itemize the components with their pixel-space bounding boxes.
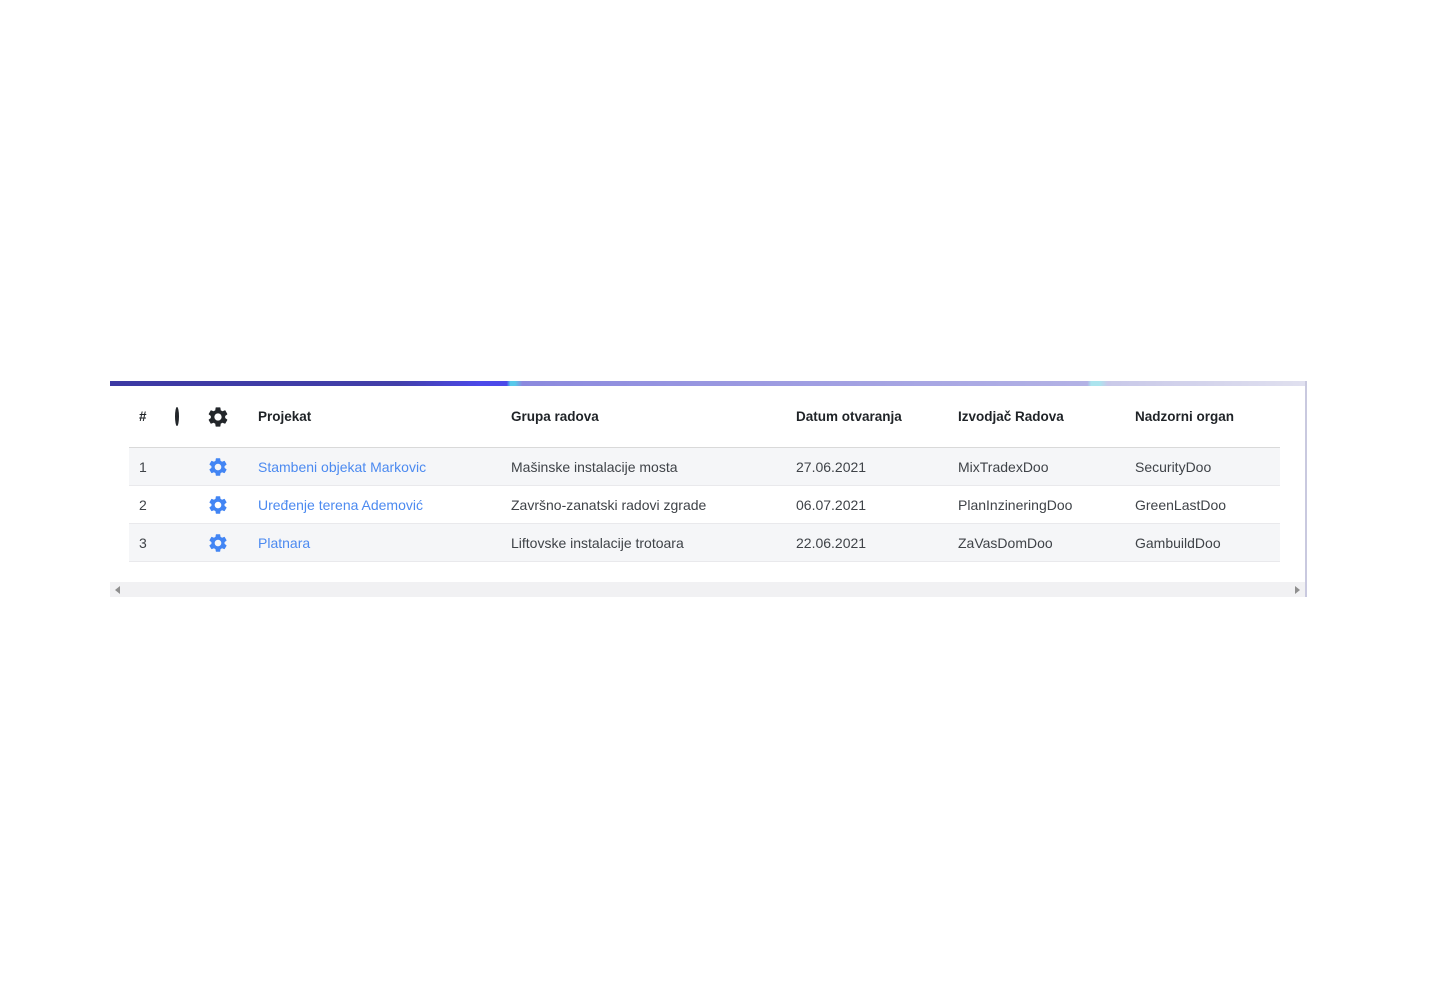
row-settings-cell[interactable] [195, 524, 241, 562]
column-header-nadzorni-organ[interactable]: Nadzorni organ [1118, 386, 1280, 448]
row-projekat-cell: Stambeni objekat Markovic [241, 448, 494, 486]
row-index: 3 [129, 524, 159, 562]
gear-icon [206, 405, 230, 429]
projects-panel: # Projekat Grupa radova Datum otvaranja [110, 381, 1307, 597]
row-izvodjac-radova-cell: ZaVasDomDoo [941, 524, 1118, 562]
column-header-settings[interactable] [195, 386, 241, 448]
row-nadzorni-organ-cell: GambuildDoo [1118, 524, 1280, 562]
row-settings-cell[interactable] [195, 448, 241, 486]
row-izvodjac-radova-cell: MixTradexDoo [941, 448, 1118, 486]
row-projekat-cell: Uređenje terena Ademović [241, 486, 494, 524]
gear-icon[interactable] [207, 532, 229, 554]
row-grupa-radova-cell: Liftovske instalacije trotoara [494, 524, 779, 562]
gear-icon[interactable] [207, 494, 229, 516]
row-index: 2 [129, 486, 159, 524]
horizontal-scrollbar[interactable] [110, 582, 1305, 597]
row-datum-otvaranja-cell: 22.06.2021 [779, 524, 941, 562]
projects-table: # Projekat Grupa radova Datum otvaranja [129, 386, 1280, 562]
row-izvodjac-radova-cell: PlanInzineringDoo [941, 486, 1118, 524]
row-settings-cell[interactable] [195, 486, 241, 524]
project-link[interactable]: Uređenje terena Ademović [258, 497, 423, 513]
scroll-left-arrow-icon[interactable] [115, 586, 120, 594]
row-grupa-radova-cell: Završno-zanatski radovi zgrade [494, 486, 779, 524]
circle-outline-icon [175, 407, 179, 426]
column-header-grupa-radova[interactable]: Grupa radova [494, 386, 779, 448]
scroll-right-arrow-icon[interactable] [1295, 586, 1300, 594]
column-header-datum-otvaranja[interactable]: Datum otvaranja [779, 386, 941, 448]
table-row: 3 Platnara Liftovske insta [129, 524, 1280, 562]
row-index: 1 [129, 448, 159, 486]
column-header-index: # [129, 386, 159, 448]
row-nadzorni-organ-cell: GreenLastDoo [1118, 486, 1280, 524]
column-header-izvodjac-radova[interactable]: Izvodjač Radova [941, 386, 1118, 448]
row-datum-otvaranja-cell: 06.07.2021 [779, 486, 941, 524]
project-link[interactable]: Stambeni objekat Markovic [258, 459, 426, 475]
row-nadzorni-organ-cell: SecurityDoo [1118, 448, 1280, 486]
table-row: 2 Uređenje terena Ademović [129, 486, 1280, 524]
project-link[interactable]: Platnara [258, 535, 310, 551]
table-header-row: # Projekat Grupa radova Datum otvaranja [129, 386, 1280, 448]
table-row: 1 Stambeni objekat Markovic [129, 448, 1280, 486]
row-datum-otvaranja-cell: 27.06.2021 [779, 448, 941, 486]
column-header-status [159, 386, 195, 448]
row-status-cell [159, 448, 195, 486]
page: # Projekat Grupa radova Datum otvaranja [0, 0, 1440, 1000]
gear-icon[interactable] [207, 456, 229, 478]
row-status-cell [159, 486, 195, 524]
row-grupa-radova-cell: Mašinske instalacije mosta [494, 448, 779, 486]
row-projekat-cell: Platnara [241, 524, 494, 562]
column-header-projekat[interactable]: Projekat [241, 386, 494, 448]
row-status-cell [159, 524, 195, 562]
